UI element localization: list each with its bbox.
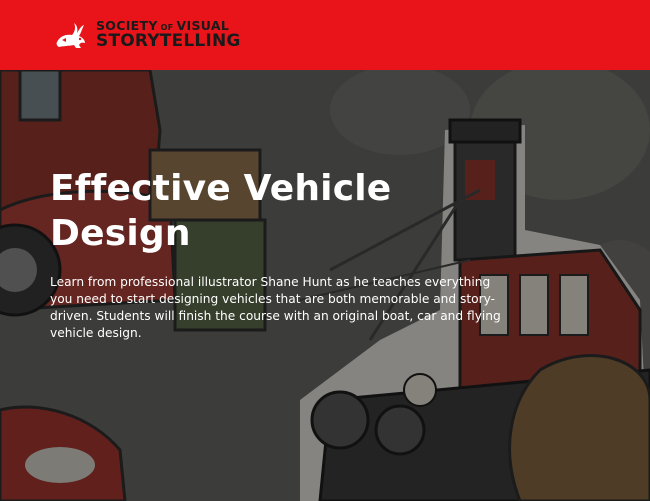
- site-logo-link[interactable]: SOCIETY OF VISUAL STORYTELLING: [54, 19, 241, 52]
- course-description: Learn from professional illustrator Shan…: [50, 275, 501, 340]
- logo-line-2: STORYTELLING: [96, 31, 241, 52]
- rabbit-logo-icon: [56, 23, 85, 48]
- course-title: Effective Vehicle Design: [50, 168, 392, 254]
- logo-wordmark: SOCIETY OF VISUAL STORYTELLING: [96, 19, 241, 52]
- hero-banner: Effective Vehicle Design Learn from prof…: [0, 70, 650, 501]
- site-header: SOCIETY OF VISUAL STORYTELLING: [0, 0, 650, 70]
- hero-content: Effective Vehicle Design Learn from prof…: [50, 166, 510, 342]
